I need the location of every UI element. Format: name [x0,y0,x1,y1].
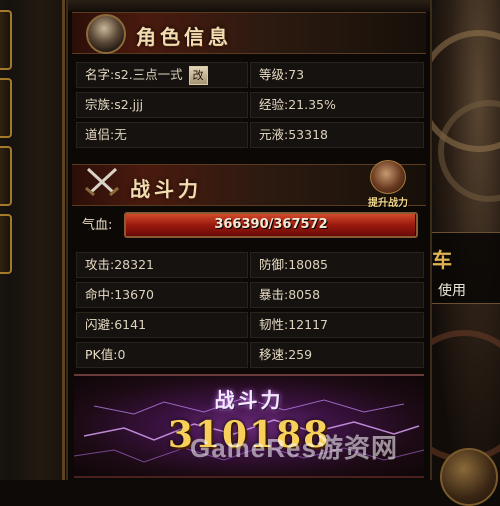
left-tab-button[interactable] [0,146,12,206]
essence-value: :53318 [284,127,328,142]
left-tab-button[interactable] [0,214,12,274]
accuracy-cell: 命中:13670 [76,282,248,308]
clan-cell: 宗族:s2.jjj [76,92,248,118]
use-button[interactable]: 使用 [438,280,466,300]
exp-value: :21.35% [284,97,336,112]
speed-cell: 移速:259 [250,342,424,368]
dodge-cell: 闪避:6141 [76,312,248,338]
clan-value: :s2.jjj [110,97,144,112]
dodge-value: :6141 [110,317,147,332]
name-value: :s2.三点一式 [110,67,183,82]
partner-value: :无 [110,127,127,142]
essence-cell: 元液:53318 [250,122,424,148]
exp-cell: 经验:21.35% [250,92,424,118]
pk-value: :0 [113,347,126,362]
exp-label: 经验 [259,97,285,112]
upgrade-power-label: 提升战力 [368,198,408,209]
role-info-header: 角色信息 [72,12,426,54]
crit-value: :8058 [284,287,321,302]
panel-top-border [68,0,430,12]
upgrade-power-button[interactable]: 提升战力 [362,160,414,210]
attack-value: :28321 [110,257,154,272]
character-panel: 角色信息 名字:s2.三点一式改 等级:73 宗族:s2.jjj 经验:21.3… [66,0,432,480]
role-info-title: 角色信息 [136,25,232,49]
upgrade-power-icon [370,160,406,194]
defense-cell: 防御:18085 [250,252,424,278]
toughness-cell: 韧性:12117 [250,312,424,338]
dodge-label: 闪避 [85,317,111,332]
toughness-value: :12117 [284,317,328,332]
defense-value: :18085 [284,257,328,272]
level-value: :73 [284,67,305,82]
hp-label: 气血: [82,218,113,233]
defense-label: 防御 [259,257,285,272]
essence-label: 元液 [259,127,285,142]
accuracy-value: :13670 [110,287,154,302]
hp-bar: 366390/367572 [124,212,418,238]
attack-label: 攻击 [85,257,111,272]
left-tab-button[interactable] [0,78,12,138]
crossed-swords-icon [85,167,119,196]
level-label: 等级 [259,67,285,82]
name-label: 名字 [85,67,111,82]
partner-cell: 道侣:无 [76,122,248,148]
character-avatar-icon [86,14,126,54]
pk-label: PK值 [85,347,114,362]
orb-icon[interactable] [440,448,498,506]
name-cell: 名字:s2.三点一式改 [76,62,248,88]
left-tab-button[interactable] [0,10,12,70]
hp-value: 366390/367572 [214,217,328,232]
left-panel-edge [8,0,65,480]
watermark: GameRes游资网 [190,433,398,463]
level-cell: 等级:73 [250,62,424,88]
accuracy-label: 命中 [85,287,111,302]
pk-cell: PK值:0 [76,342,248,368]
left-sidebar [0,0,65,480]
rename-button[interactable]: 改 [188,66,208,85]
speed-value: :259 [284,347,313,362]
toughness-label: 韧性 [259,317,285,332]
tooltip-title: 车 [432,248,452,272]
crit-cell: 暴击:8058 [250,282,424,308]
crit-label: 暴击 [259,287,285,302]
attack-cell: 攻击:28321 [76,252,248,278]
combat-power-title: 战斗力 [214,388,284,412]
speed-label: 移速 [259,347,285,362]
partner-label: 道侣 [85,127,111,142]
combat-title: 战斗力 [130,177,202,201]
clan-label: 宗族 [85,97,111,112]
